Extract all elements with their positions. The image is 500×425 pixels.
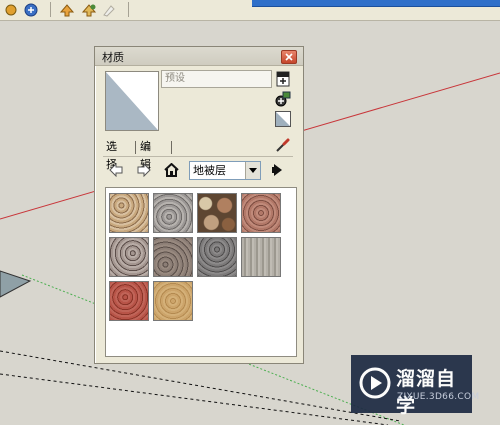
play-logo-icon	[359, 367, 391, 399]
material-swatch-river-pebbles[interactable]	[197, 193, 237, 233]
material-swatch-gray-gravel[interactable]	[153, 193, 193, 233]
material-swatch-charcoal-gravel[interactable]	[197, 237, 237, 277]
toolbar-separator	[50, 2, 51, 17]
back-arrow-icon	[108, 162, 122, 177]
panel-titlebar[interactable]: 材质	[95, 47, 303, 66]
tabs-underline	[103, 156, 293, 157]
tab-select[interactable]: 选择	[103, 138, 120, 171]
material-swatch-tan-gravel[interactable]	[109, 193, 149, 233]
zoom-extents-icon[interactable]	[100, 1, 118, 18]
next-view-icon[interactable]	[80, 1, 98, 18]
material-swatch-red-ground[interactable]	[109, 281, 149, 321]
materials-panel: 材质 预设 选择 编辑 地被层	[94, 46, 304, 364]
back-button[interactable]	[107, 161, 124, 178]
main-toolbar	[0, 0, 500, 21]
watermark-url: ZIXUE.3D66.COM	[397, 392, 480, 402]
forward-button[interactable]	[135, 161, 152, 178]
close-icon	[285, 53, 293, 61]
tab-edit[interactable]: 编辑	[137, 138, 154, 171]
ground-face-shape	[0, 270, 32, 298]
material-swatch-mixed-gravel[interactable]	[109, 237, 149, 277]
default-material-swatch	[106, 72, 158, 130]
category-select-value: 地被层	[193, 164, 226, 177]
pan-icon[interactable]	[22, 1, 40, 18]
background-window-titlebar	[252, 0, 500, 7]
toolbar-separator	[128, 2, 129, 17]
details-button[interactable]	[269, 161, 286, 178]
chevron-down-icon[interactable]	[245, 162, 260, 179]
material-swatch-red-gravel[interactable]	[241, 193, 281, 233]
show-secondary-pane-icon[interactable]	[275, 71, 291, 87]
dashed-guide-line-2	[0, 373, 389, 425]
previous-view-icon[interactable]	[58, 1, 76, 18]
orbit-icon[interactable]	[2, 1, 20, 18]
navigation-row: 地被层	[95, 159, 303, 181]
material-name-placeholder: 预设	[165, 73, 185, 84]
eyedropper-icon	[276, 138, 290, 152]
material-swatch-dark-gravel[interactable]	[153, 237, 193, 277]
material-preview	[105, 71, 159, 131]
material-library	[105, 187, 297, 357]
close-button[interactable]	[281, 50, 297, 64]
sample-paint-button[interactable]	[275, 137, 291, 153]
details-arrow-icon	[271, 163, 282, 176]
home-icon	[164, 162, 179, 177]
material-swatch-light-gray-ground[interactable]	[241, 237, 281, 277]
category-select[interactable]: 地被层	[189, 161, 261, 180]
default-material-icon[interactable]	[275, 111, 291, 127]
material-name-field[interactable]: 预设	[161, 70, 272, 88]
material-swatch-sand[interactable]	[153, 281, 193, 321]
watermark-brand: 溜溜自学	[396, 368, 457, 417]
tab-divider	[135, 141, 136, 154]
tab-divider	[171, 141, 172, 154]
forward-arrow-icon	[137, 162, 151, 177]
panel-title: 材质	[102, 51, 124, 64]
create-material-icon[interactable]	[275, 91, 291, 107]
home-button[interactable]	[163, 161, 180, 178]
site-watermark: 溜溜自学 ZIXUE.3D66.COM	[351, 355, 479, 417]
